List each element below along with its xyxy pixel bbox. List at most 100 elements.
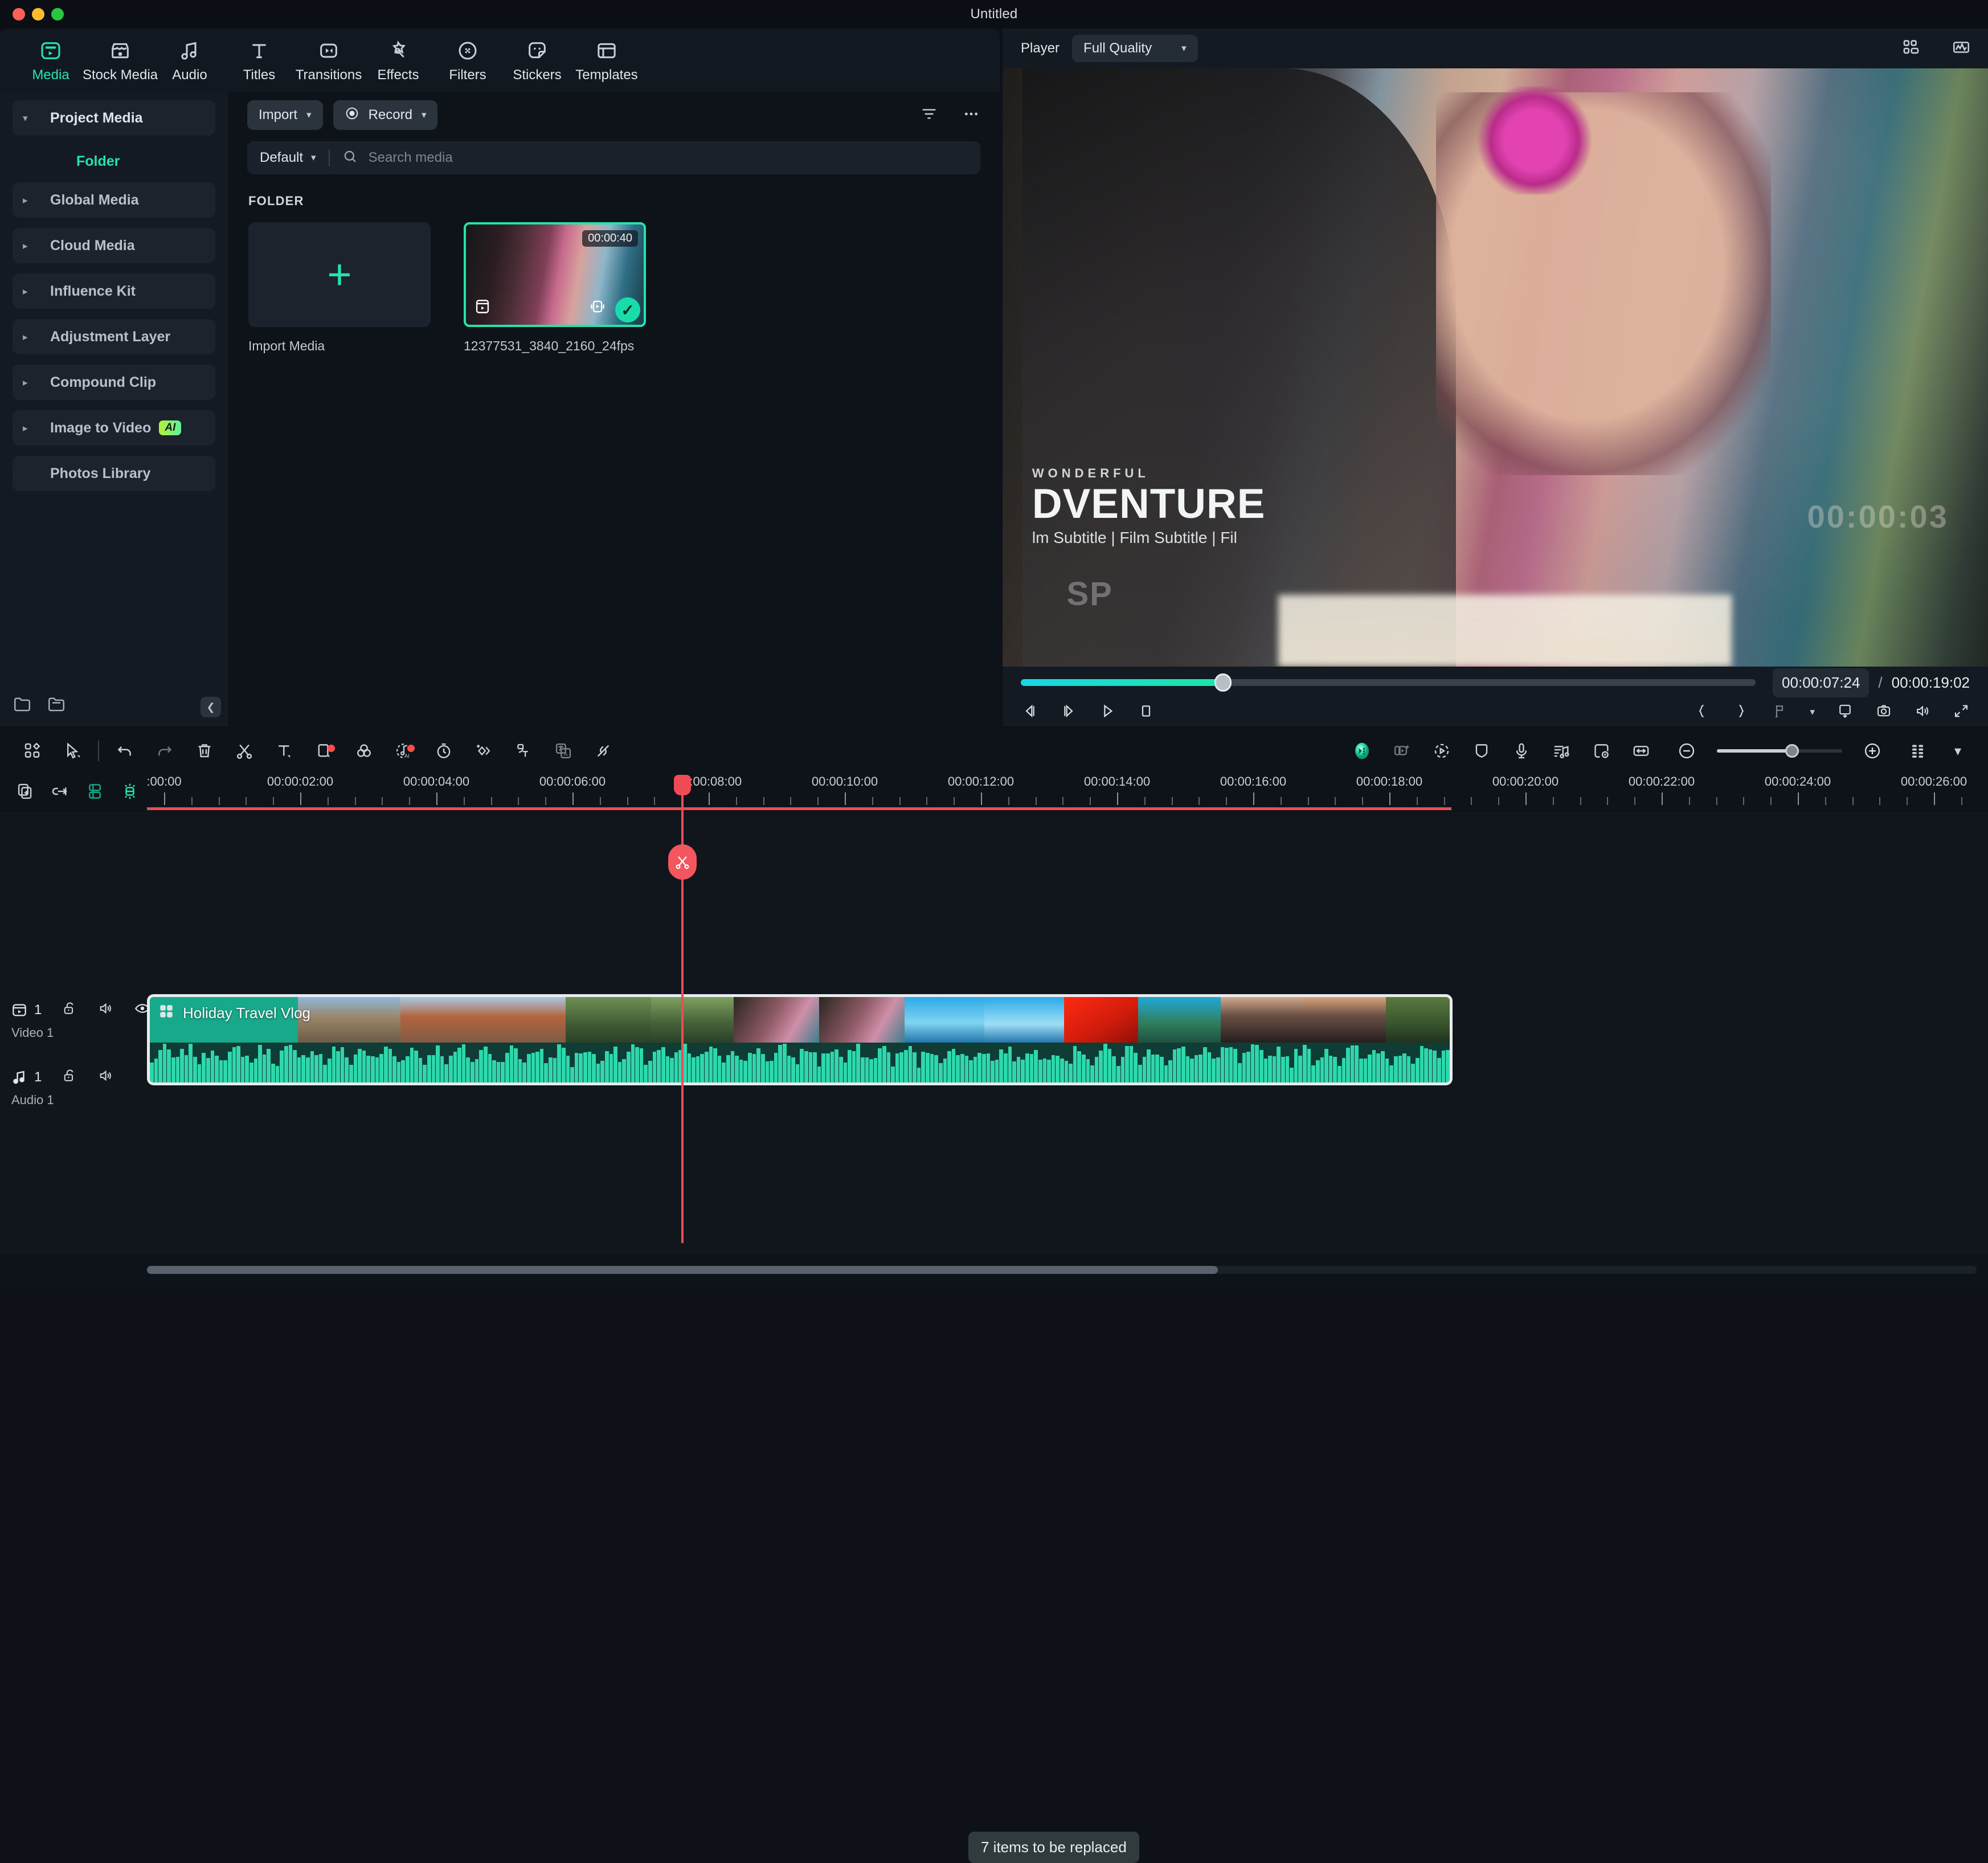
tab-filters[interactable]: Filters [433, 38, 502, 83]
track-header-video-1[interactable]: 1 Video 1 [0, 1000, 150, 1040]
timeline-ruler[interactable]: :00:00 00:00:02:00 00:00:04:00 00:00:06:00 0… [147, 771, 1988, 812]
import-media-dropzone[interactable]: + [248, 222, 431, 327]
tab-media[interactable]: Media [16, 38, 85, 83]
add-to-timeline-icon[interactable] [473, 297, 492, 319]
scrubber-handle[interactable] [1214, 673, 1232, 692]
playhead-handle[interactable] [674, 775, 691, 795]
speaker-icon[interactable] [97, 1000, 114, 1020]
keyframe-diamond-icon[interactable] [464, 741, 504, 761]
sidebar-item-adjustment-layer[interactable]: ▸ Adjustment Layer [13, 319, 215, 354]
layout-grid-icon[interactable] [13, 741, 52, 761]
add-page-icon[interactable] [8, 782, 43, 801]
next-frame-icon[interactable] [1060, 702, 1078, 723]
link-arrow-icon[interactable] [43, 782, 77, 801]
ai-orb-icon[interactable] [1342, 740, 1382, 762]
auto-caption-icon[interactable] [504, 741, 543, 761]
camera-icon[interactable] [1875, 702, 1892, 722]
sidebar-item-influence-kit[interactable]: ▸ Influence Kit [13, 273, 215, 309]
current-time-box[interactable]: 00:00:07:24 [1773, 668, 1870, 697]
microphone-icon[interactable] [1502, 741, 1541, 761]
translate-icon[interactable]: A [543, 741, 583, 761]
scissors-icon[interactable] [224, 741, 264, 761]
tab-stock-media[interactable]: Stock Media [83, 38, 158, 83]
sidebar-item-folder[interactable]: Folder [13, 146, 215, 177]
import-button[interactable]: Import ▾ [247, 100, 323, 130]
tab-audio[interactable]: Audio [155, 38, 224, 83]
brace-right-icon[interactable] [1732, 702, 1749, 722]
new-folder-icon[interactable] [13, 694, 32, 716]
expand-icon[interactable] [1953, 702, 1970, 722]
waveform-bar [184, 1055, 189, 1082]
grid-view-icon[interactable] [1901, 38, 1921, 60]
redo-arrow-icon[interactable] [145, 741, 185, 761]
magnet-icon[interactable] [112, 782, 147, 801]
smart-cutout-icon[interactable] [1382, 741, 1422, 761]
stopwatch-icon[interactable] [424, 741, 464, 761]
unlock-icon[interactable] [61, 1000, 78, 1020]
minus-circle-icon[interactable] [1667, 741, 1707, 761]
unlock-icon[interactable] [61, 1067, 78, 1087]
group-icon[interactable] [77, 782, 112, 801]
playback-scrubber[interactable] [1021, 673, 1756, 692]
search-input[interactable]: Search media [369, 150, 453, 166]
waveform-bar [210, 1050, 215, 1082]
media-thumbnail[interactable]: 00:00:40 ✓ [464, 222, 646, 327]
audio-mixer-icon[interactable] [1541, 741, 1581, 761]
preview-icon[interactable] [588, 297, 607, 319]
sidebar-item-project-media[interactable]: ▾ Project Media [13, 100, 215, 136]
dots-grid-icon[interactable] [1898, 741, 1938, 761]
ai-audio-icon[interactable]: AI [384, 741, 424, 761]
ruler-tick [1416, 797, 1418, 805]
waveform-bar [1147, 1049, 1151, 1082]
marker-dropdown-icon[interactable]: ▾ [1810, 706, 1815, 718]
prev-frame-icon[interactable] [1021, 702, 1039, 723]
aspect-ratio-icon[interactable] [1836, 702, 1854, 722]
speaker-icon[interactable] [97, 1067, 114, 1087]
waveform-scope-icon[interactable] [1952, 38, 1971, 60]
more-horizontal-icon[interactable] [962, 105, 980, 126]
motion-track-icon[interactable] [1422, 741, 1462, 761]
zoom-slider[interactable] [1717, 744, 1842, 758]
sidebar-item-photos-library[interactable]: Photos Library [13, 456, 215, 491]
tab-templates[interactable]: Templates [572, 38, 641, 83]
shield-mask-icon[interactable] [1462, 741, 1502, 761]
stop-icon[interactable] [1137, 702, 1155, 723]
tab-transitions[interactable]: Transitions [294, 38, 363, 83]
sidebar-item-compound-clip[interactable]: ▸ Compound Clip [13, 365, 215, 400]
collapse-sidebar-button[interactable]: ❮ [201, 697, 221, 717]
marker-flag-icon[interactable] [1771, 702, 1788, 722]
cursor-arrow-icon[interactable] [52, 741, 92, 761]
filter-icon[interactable] [920, 105, 938, 126]
folder-icon[interactable] [47, 694, 66, 716]
play-icon[interactable] [1098, 702, 1116, 723]
caret-down-icon[interactable]: ▾ [1938, 743, 1978, 759]
tab-effects[interactable]: Effects [363, 38, 433, 83]
tab-stickers[interactable]: Stickers [502, 38, 572, 83]
sidebar-item-image-to-video[interactable]: ▸ Image to Video AI [13, 410, 215, 446]
import-media-cell[interactable]: + Import Media [248, 222, 431, 354]
plus-circle-icon[interactable] [1852, 741, 1892, 761]
media-item[interactable]: 00:00:40 ✓ 12377531_3840_2160_24fps [464, 222, 646, 354]
zoom-slider-handle[interactable] [1785, 744, 1799, 758]
speaker-icon[interactable] [1914, 702, 1931, 722]
record-button[interactable]: Record ▾ [333, 100, 438, 130]
tab-titles[interactable]: Titles [224, 38, 294, 83]
undo-arrow-icon[interactable] [105, 741, 145, 761]
sidebar-item-cloud-media[interactable]: ▸ Cloud Media [13, 228, 215, 263]
sort-select[interactable]: Default ▾ [260, 150, 316, 166]
brace-left-icon[interactable] [1694, 702, 1711, 722]
split-at-playhead-button[interactable] [668, 844, 697, 880]
track-header-audio-1[interactable]: 1 Audio 1 [0, 1067, 147, 1108]
record-screen-icon[interactable] [1581, 741, 1621, 761]
crop-square-icon[interactable] [304, 741, 344, 761]
unlink-icon[interactable] [583, 741, 623, 761]
quality-select[interactable]: Full Quality ▾ [1072, 35, 1198, 62]
color-circles-icon[interactable] [344, 741, 384, 761]
video-preview[interactable]: WONDERFUL DVENTURE lm Subtitle | Film Su… [1003, 68, 1988, 667]
text-t-icon[interactable] [264, 741, 304, 761]
fit-width-icon[interactable] [1621, 741, 1661, 761]
timeline-scrollbar-thumb[interactable] [147, 1266, 1218, 1274]
sidebar-item-global-media[interactable]: ▸ Global Media [13, 182, 215, 218]
timeline-clip[interactable]: Holiday Travel Vlog [147, 994, 1453, 1085]
trash-icon[interactable] [185, 741, 224, 761]
